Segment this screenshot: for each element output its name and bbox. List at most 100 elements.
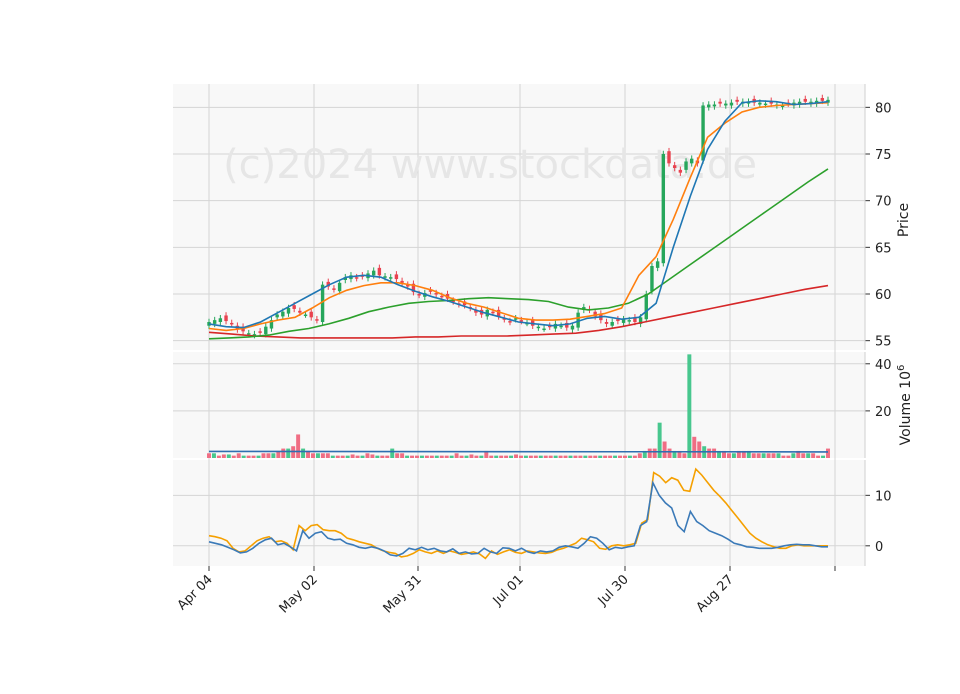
volume-axis-label: Volume 106	[896, 365, 914, 446]
volume-bar	[514, 454, 519, 458]
volume-bar	[360, 455, 365, 458]
watermark-text: (c)2024 www.stockdata.de	[223, 142, 757, 188]
candle-body	[394, 274, 399, 280]
candle-body	[247, 333, 251, 335]
volume-bar	[320, 453, 325, 458]
volume-bar	[479, 455, 484, 458]
volume-bar	[598, 455, 603, 458]
volume-bar	[370, 454, 375, 458]
volume-bar	[771, 453, 776, 458]
volume-bar	[429, 455, 434, 458]
y-tick-label: 75	[875, 148, 892, 163]
volume-bar	[816, 455, 821, 458]
volume-bar	[786, 455, 791, 458]
candle-body	[292, 305, 296, 309]
volume-bar	[365, 453, 370, 458]
y-tick-label: 70	[875, 195, 892, 210]
candle-body	[389, 277, 393, 279]
candle-body	[542, 328, 546, 331]
volume-bar	[652, 448, 657, 458]
y-tick-label: 55	[875, 335, 892, 350]
volume-bar	[657, 422, 662, 458]
volume-bar	[731, 453, 736, 458]
volume-bar	[286, 448, 291, 458]
candle-body	[258, 331, 262, 333]
volume-bar	[518, 455, 523, 458]
volume-bar	[454, 453, 459, 458]
candle-body	[508, 321, 512, 323]
candle-body	[758, 102, 762, 105]
candle-body	[650, 266, 654, 292]
volume-bar	[603, 455, 608, 458]
candle-body	[559, 325, 563, 328]
volume-bar	[533, 455, 538, 458]
volume-bar	[811, 453, 816, 458]
volume-bar	[410, 455, 415, 458]
candle-body	[724, 103, 728, 106]
y-tick-label: 10	[875, 489, 892, 504]
volume-bar	[311, 453, 315, 458]
candle-body	[434, 293, 438, 295]
volume-bar	[355, 455, 360, 458]
volume-bar	[682, 453, 687, 458]
volume-bar	[548, 455, 553, 458]
volume-bar	[821, 455, 826, 458]
volume-bar	[791, 453, 796, 458]
volume-bar	[538, 455, 543, 458]
volume-bar	[568, 455, 573, 458]
volume-bar	[419, 455, 424, 458]
candle-body	[712, 104, 717, 107]
volume-bar	[499, 455, 504, 458]
volume-bar	[231, 455, 236, 458]
candle-body	[690, 158, 694, 164]
volume-bar	[806, 453, 811, 458]
volume-bar	[558, 455, 563, 458]
candle-body	[763, 103, 768, 106]
candle-body	[371, 270, 376, 276]
volume-bar	[211, 453, 216, 458]
volume-bar	[726, 453, 731, 458]
stock-chart: (c)2024 www.stockdata.de Apr 04 May 02 May…	[0, 0, 960, 690]
candle-body	[281, 311, 285, 317]
y-tick-label: 0	[875, 540, 883, 555]
candle-body	[610, 322, 614, 326]
candle-body	[667, 151, 671, 164]
volume-bar	[400, 453, 405, 458]
volume-bar	[390, 448, 395, 458]
volume-bar	[776, 453, 781, 458]
volume-bar	[251, 455, 256, 458]
y-tick-label: 40	[875, 358, 892, 373]
volume-bar	[563, 455, 568, 458]
volume-bar	[627, 455, 632, 458]
candle-body	[627, 320, 631, 322]
volume-bar	[246, 455, 251, 458]
candle-body	[718, 101, 722, 104]
y-tick-label: 65	[875, 241, 892, 256]
volume-bar	[543, 455, 548, 458]
volume-bar	[637, 453, 642, 458]
candle-body	[377, 267, 382, 276]
volume-bar	[751, 453, 756, 458]
volume-bar	[241, 455, 246, 458]
volume-bar	[439, 455, 444, 458]
volume-bar	[216, 455, 221, 458]
candle-body	[820, 98, 825, 101]
candle-body	[337, 282, 342, 292]
volume-bar	[256, 455, 261, 458]
volume-bar	[449, 455, 454, 458]
candle-body	[230, 322, 234, 325]
volume-bar	[618, 455, 622, 458]
candle-body	[440, 295, 444, 298]
volume-bar	[509, 455, 514, 458]
volume-bar	[692, 436, 697, 458]
volume-bar	[221, 454, 226, 458]
candle-body	[303, 314, 308, 317]
volume-bar	[494, 455, 499, 458]
volume-bar	[583, 455, 588, 458]
volume-bar	[826, 448, 830, 458]
volume-bar	[236, 453, 241, 458]
candle-body	[672, 165, 677, 168]
volume-bar	[207, 453, 211, 458]
candle-body	[354, 277, 359, 279]
chart-canvas: (c)2024 www.stockdata.de Apr 04 May 02 May…	[0, 0, 960, 690]
